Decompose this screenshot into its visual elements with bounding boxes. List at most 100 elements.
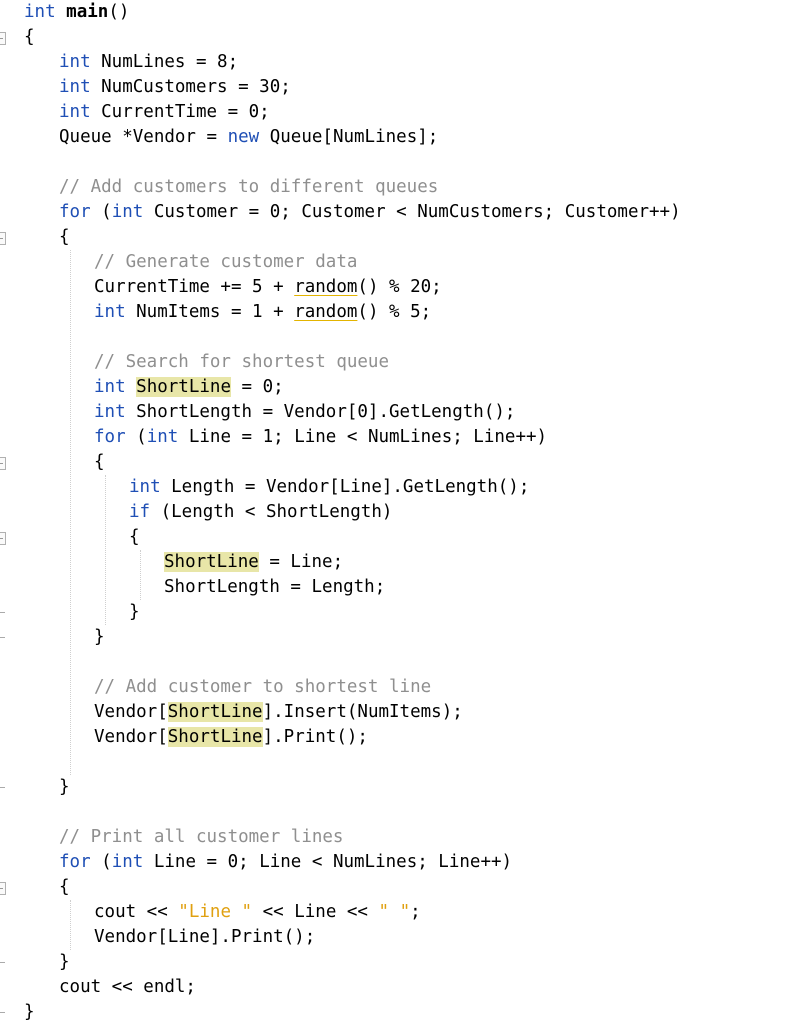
code-token: int bbox=[146, 427, 179, 447]
code-text: // Search for shortest queue bbox=[94, 350, 389, 375]
code-line[interactable]: if (Length < ShortLength) bbox=[0, 500, 799, 525]
code-text: { bbox=[129, 525, 140, 550]
fold-toggle-icon[interactable] bbox=[0, 532, 6, 545]
fold-end-marker bbox=[0, 962, 5, 963]
code-text: cout << "Line " << Line << " "; bbox=[94, 900, 421, 925]
code-token: // Print all customer lines bbox=[59, 827, 344, 847]
fold-toggle-icon[interactable] bbox=[0, 457, 6, 470]
highlighted-token: ShortLine bbox=[167, 727, 263, 747]
code-line[interactable]: } bbox=[0, 1000, 799, 1025]
code-line[interactable]: Queue *Vendor = new Queue[NumLines]; bbox=[0, 125, 799, 150]
code-token: } bbox=[59, 777, 70, 797]
code-token: new bbox=[227, 127, 260, 147]
fold-toggle-icon[interactable] bbox=[0, 232, 6, 245]
code-line[interactable]: Vendor[Line].Print(); bbox=[0, 925, 799, 950]
fold-toggle-icon[interactable] bbox=[0, 32, 6, 45]
code-text: { bbox=[59, 225, 70, 250]
code-line[interactable]: CurrentTime += 5 + random() % 20; bbox=[0, 275, 799, 300]
warning-token: random bbox=[294, 302, 358, 322]
code-line[interactable]: { bbox=[0, 875, 799, 900]
code-line[interactable]: cout << endl; bbox=[0, 975, 799, 1000]
code-line[interactable] bbox=[0, 150, 799, 175]
code-line[interactable]: int CurrentTime = 0; bbox=[0, 100, 799, 125]
code-line[interactable] bbox=[0, 800, 799, 825]
code-text: } bbox=[129, 600, 140, 625]
code-token: = Line; bbox=[258, 552, 344, 572]
code-line[interactable]: } bbox=[0, 625, 799, 650]
code-editor[interactable]: int main(){int NumLines = 8; int NumCusto… bbox=[0, 0, 799, 1024]
code-token: ].Print(); bbox=[262, 727, 368, 747]
code-token: Line = 1; Line < NumLines; Line++) bbox=[178, 427, 548, 447]
code-line[interactable]: int ShortLength = Vendor[0].GetLength(); bbox=[0, 400, 799, 425]
code-line[interactable]: int NumLines = 8; bbox=[0, 50, 799, 75]
code-line[interactable]: Vendor[ShortLine].Print(); bbox=[0, 725, 799, 750]
code-line[interactable] bbox=[0, 750, 799, 775]
code-token: () bbox=[108, 2, 130, 22]
code-token: int bbox=[59, 102, 91, 122]
highlighted-token: ShortLine bbox=[136, 377, 231, 397]
code-line[interactable]: int NumCustomers = 30; bbox=[0, 75, 799, 100]
code-token: int bbox=[94, 402, 126, 422]
code-token: Vendor[ bbox=[94, 727, 168, 747]
code-token: for bbox=[59, 852, 91, 872]
code-line[interactable] bbox=[0, 650, 799, 675]
code-line[interactable]: // Print all customer lines bbox=[0, 825, 799, 850]
code-text: CurrentTime += 5 + random() % 20; bbox=[94, 275, 442, 300]
code-token: << Line << bbox=[252, 902, 379, 922]
code-token: if bbox=[129, 502, 151, 522]
code-line[interactable]: } bbox=[0, 775, 799, 800]
code-text: int main() bbox=[24, 0, 129, 25]
code-line[interactable]: { bbox=[0, 225, 799, 250]
code-token: ( bbox=[125, 427, 147, 447]
code-line[interactable]: // Add customers to different queues bbox=[0, 175, 799, 200]
code-token: } bbox=[24, 1002, 35, 1022]
code-line[interactable] bbox=[0, 325, 799, 350]
code-text: Queue *Vendor = new Queue[NumLines]; bbox=[59, 125, 438, 150]
code-token: // Search for shortest queue bbox=[94, 352, 390, 372]
code-line[interactable]: ShortLength = Length; bbox=[0, 575, 799, 600]
code-text: Vendor[Line].Print(); bbox=[94, 925, 315, 950]
highlighted-token: ShortLine bbox=[164, 552, 259, 572]
code-token: ; bbox=[410, 902, 421, 922]
code-token: = 0; bbox=[230, 377, 284, 397]
code-text: ShortLine = Line; bbox=[164, 550, 343, 575]
code-line[interactable]: for (int Line = 1; Line < NumLines; Line… bbox=[0, 425, 799, 450]
code-text: // Print all customer lines bbox=[59, 825, 343, 850]
code-text: } bbox=[59, 775, 70, 800]
indent-guide bbox=[70, 900, 71, 950]
code-token: int bbox=[24, 2, 56, 22]
code-line[interactable]: int ShortLine = 0; bbox=[0, 375, 799, 400]
code-token: { bbox=[24, 27, 35, 47]
code-line[interactable]: { bbox=[0, 450, 799, 475]
code-token: for bbox=[59, 202, 91, 222]
code-line[interactable]: // Generate customer data bbox=[0, 250, 799, 275]
code-line[interactable]: int main() bbox=[0, 0, 799, 25]
code-text: // Add customers to different queues bbox=[59, 175, 438, 200]
code-text: int NumLines = 8; bbox=[59, 50, 238, 75]
code-line[interactable]: for (int Customer = 0; Customer < NumCus… bbox=[0, 200, 799, 225]
code-line[interactable]: { bbox=[0, 25, 799, 50]
code-line[interactable]: Vendor[ShortLine].Insert(NumItems); bbox=[0, 700, 799, 725]
code-line[interactable]: ShortLine = Line; bbox=[0, 550, 799, 575]
code-line[interactable]: } bbox=[0, 600, 799, 625]
code-token: () % 5; bbox=[357, 302, 432, 322]
code-text: int ShortLine = 0; bbox=[94, 375, 284, 400]
code-line[interactable]: { bbox=[0, 525, 799, 550]
code-token: cout << endl; bbox=[59, 977, 196, 997]
code-line[interactable]: } bbox=[0, 950, 799, 975]
fold-toggle-icon[interactable] bbox=[0, 882, 6, 895]
code-line[interactable]: int NumItems = 1 + random() % 5; bbox=[0, 300, 799, 325]
code-line[interactable]: for (int Line = 0; Line < NumLines; Line… bbox=[0, 850, 799, 875]
code-text: int ShortLength = Vendor[0].GetLength(); bbox=[94, 400, 515, 425]
code-token: ( bbox=[90, 852, 112, 872]
code-token: () % 20; bbox=[357, 277, 442, 297]
code-line[interactable]: // Search for shortest queue bbox=[0, 350, 799, 375]
code-text: Vendor[ShortLine].Print(); bbox=[94, 725, 368, 750]
code-token: NumCustomers = 30; bbox=[90, 77, 291, 97]
code-line[interactable]: // Add customer to shortest line bbox=[0, 675, 799, 700]
code-token: // Add customers to different queues bbox=[59, 177, 439, 197]
code-line[interactable]: cout << "Line " << Line << " "; bbox=[0, 900, 799, 925]
highlighted-token: ShortLine bbox=[167, 702, 263, 722]
code-line[interactable]: int Length = Vendor[Line].GetLength(); bbox=[0, 475, 799, 500]
code-text: // Generate customer data bbox=[94, 250, 357, 275]
